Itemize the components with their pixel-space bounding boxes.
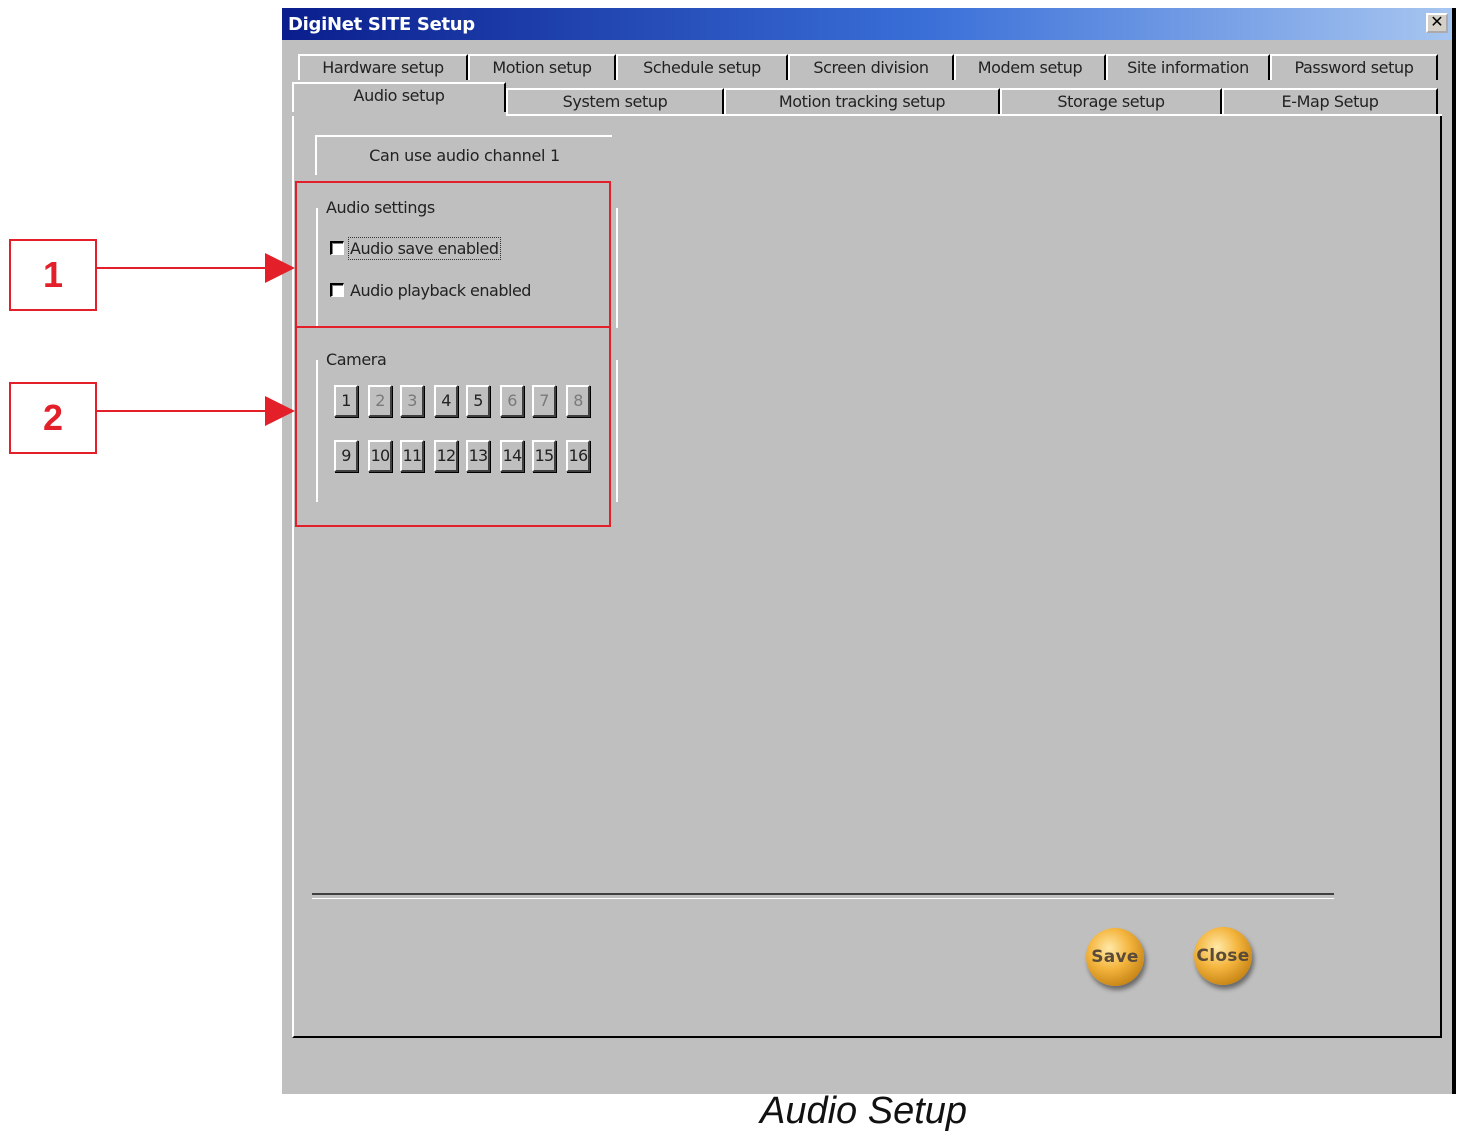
tab-hardware-setup[interactable]: Hardware setup (298, 54, 468, 80)
tab-password-setup[interactable]: Password setup (1270, 54, 1438, 80)
setup-window: DigiNet SITE Setup ✕ Hardware setup Moti… (282, 8, 1456, 1094)
tab-site-information[interactable]: Site information (1106, 54, 1270, 80)
title-bar: DigiNet SITE Setup ✕ (282, 8, 1452, 40)
callout-1: 1 (9, 239, 97, 311)
close-window-icon[interactable]: ✕ (1426, 13, 1448, 33)
highlight-camera (295, 326, 611, 527)
close-button[interactable]: Close (1194, 927, 1252, 985)
tab-system-setup[interactable]: System setup (506, 88, 724, 114)
callout-1-arrow-head (265, 253, 295, 283)
tab-storage-setup[interactable]: Storage setup (1000, 88, 1222, 114)
callout-2-arrow-head (265, 396, 295, 426)
tab-motion-tracking-setup[interactable]: Motion tracking setup (724, 88, 1000, 114)
window-title: DigiNet SITE Setup (288, 14, 475, 35)
footer-separator (312, 893, 1334, 899)
highlight-audio-settings (295, 181, 611, 328)
tab-audio-setup[interactable]: Audio setup (292, 82, 506, 112)
tab-motion-setup[interactable]: Motion setup (468, 54, 616, 80)
figure-caption: Audio Setup (760, 1090, 968, 1132)
tab-schedule-setup[interactable]: Schedule setup (616, 54, 788, 80)
tab-emap-setup[interactable]: E-Map Setup (1222, 88, 1438, 114)
tab-modem-setup[interactable]: Modem setup (954, 54, 1106, 80)
save-button[interactable]: Save (1086, 928, 1144, 986)
audio-channel-label: Can use audio channel 1 (315, 135, 612, 175)
callout-2: 2 (9, 382, 97, 454)
callout-2-arrow-line (97, 410, 269, 412)
callout-1-arrow-line (97, 267, 269, 269)
tab-screen-division[interactable]: Screen division (788, 54, 954, 80)
